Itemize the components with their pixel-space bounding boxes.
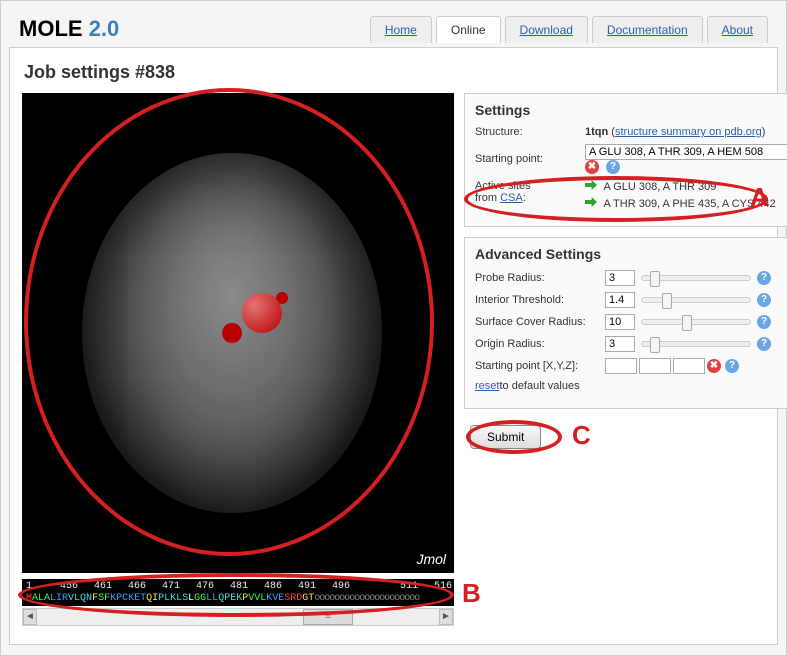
advanced-settings-panel: − Advanced Settings Probe Radius: ? Inte… xyxy=(464,237,787,409)
active-site-row-2[interactable]: A THR 309, A PHE 435, A CYS 442 xyxy=(585,197,787,210)
start-xyz-label: Starting point [X,Y,Z]: xyxy=(475,360,605,372)
probe-radius-label: Probe Radius: xyxy=(475,272,605,284)
reset-tail: to default values xyxy=(499,380,579,392)
interior-threshold-slider[interactable] xyxy=(641,297,751,303)
advanced-heading: Advanced Settings xyxy=(475,246,787,262)
interior-threshold-label: Interior Threshold: xyxy=(475,294,605,306)
starting-point-label: Starting point: xyxy=(475,153,585,165)
nav-download[interactable]: Download xyxy=(505,16,588,43)
reset-link[interactable]: reset xyxy=(475,380,499,392)
nav-about[interactable]: About xyxy=(707,16,768,43)
structure-viewer[interactable]: Jmol xyxy=(22,93,454,573)
arrow-icon xyxy=(585,197,597,207)
active-site-1: A GLU 308, A THR 309 xyxy=(603,181,716,193)
page-title: Job settings #838 xyxy=(24,62,765,83)
active-sites-label: Active sites from CSA: xyxy=(475,180,585,204)
main-nav: Home Online Download Documentation About xyxy=(366,16,768,43)
sequence-ticks: 1456461466471476481486491496511516521 xyxy=(26,581,450,592)
scroll-left-button[interactable]: ◄ xyxy=(23,609,37,625)
probe-radius-slider[interactable] xyxy=(641,275,751,281)
start-x-input[interactable] xyxy=(605,358,637,374)
app-logo: MOLE 2.0 xyxy=(19,16,119,42)
start-y-input[interactable] xyxy=(639,358,671,374)
structure-label: Structure: xyxy=(475,126,585,138)
help-icon[interactable]: ? xyxy=(757,315,771,329)
nav-online[interactable]: Online xyxy=(436,16,501,43)
probe-radius-input[interactable] xyxy=(605,270,635,286)
help-icon[interactable]: ? xyxy=(757,293,771,307)
scroll-handle[interactable]: ≡ xyxy=(303,609,353,625)
starting-point-input[interactable] xyxy=(585,144,787,160)
nav-home[interactable]: Home xyxy=(370,16,432,43)
active-site-row-1[interactable]: A GLU 308, A THR 309 xyxy=(585,180,787,193)
surface-cover-label: Surface Cover Radius: xyxy=(475,316,605,328)
help-icon[interactable]: ? xyxy=(757,337,771,351)
help-icon[interactable]: ? xyxy=(606,160,620,174)
surface-cover-slider[interactable] xyxy=(641,319,751,325)
molecule-render xyxy=(82,153,382,513)
sequence-residues: MALALIRVLQNFSFKPCKETQIPLKLSLGGLLQPEKPVVL… xyxy=(26,593,450,604)
surface-cover-input[interactable] xyxy=(605,314,635,330)
sequence-scrollbar[interactable]: ◄ ≡ ► xyxy=(22,608,454,626)
interior-threshold-input[interactable] xyxy=(605,292,635,308)
origin-radius-label: Origin Radius: xyxy=(475,338,605,350)
viewer-engine-label: Jmol xyxy=(416,551,446,567)
settings-heading: Settings xyxy=(475,102,787,118)
origin-radius-slider[interactable] xyxy=(641,341,751,347)
active-site-2: A THR 309, A PHE 435, A CYS 442 xyxy=(603,198,775,210)
origin-radius-input[interactable] xyxy=(605,336,635,352)
logo-name: MOLE xyxy=(19,16,83,41)
logo-version: 2.0 xyxy=(89,16,120,41)
csa-link[interactable]: CSA xyxy=(500,192,523,204)
arrow-icon xyxy=(585,180,597,190)
start-z-input[interactable] xyxy=(673,358,705,374)
help-icon[interactable]: ? xyxy=(757,271,771,285)
sequence-strip[interactable]: 1456461466471476481486491496511516521 MA… xyxy=(22,579,454,606)
clear-starting-point-icon[interactable]: ✖ xyxy=(585,160,599,174)
structure-summary-link[interactable]: structure summary on pdb.org xyxy=(615,126,762,138)
help-icon[interactable]: ? xyxy=(725,359,739,373)
submit-button[interactable]: Submit xyxy=(470,425,541,449)
nav-documentation[interactable]: Documentation xyxy=(592,16,703,43)
settings-panel: Settings Structure: 1tqn (structure summ… xyxy=(464,93,787,227)
scroll-right-button[interactable]: ► xyxy=(439,609,453,625)
clear-xyz-icon[interactable]: ✖ xyxy=(707,359,721,373)
structure-id: 1tqn xyxy=(585,126,608,138)
